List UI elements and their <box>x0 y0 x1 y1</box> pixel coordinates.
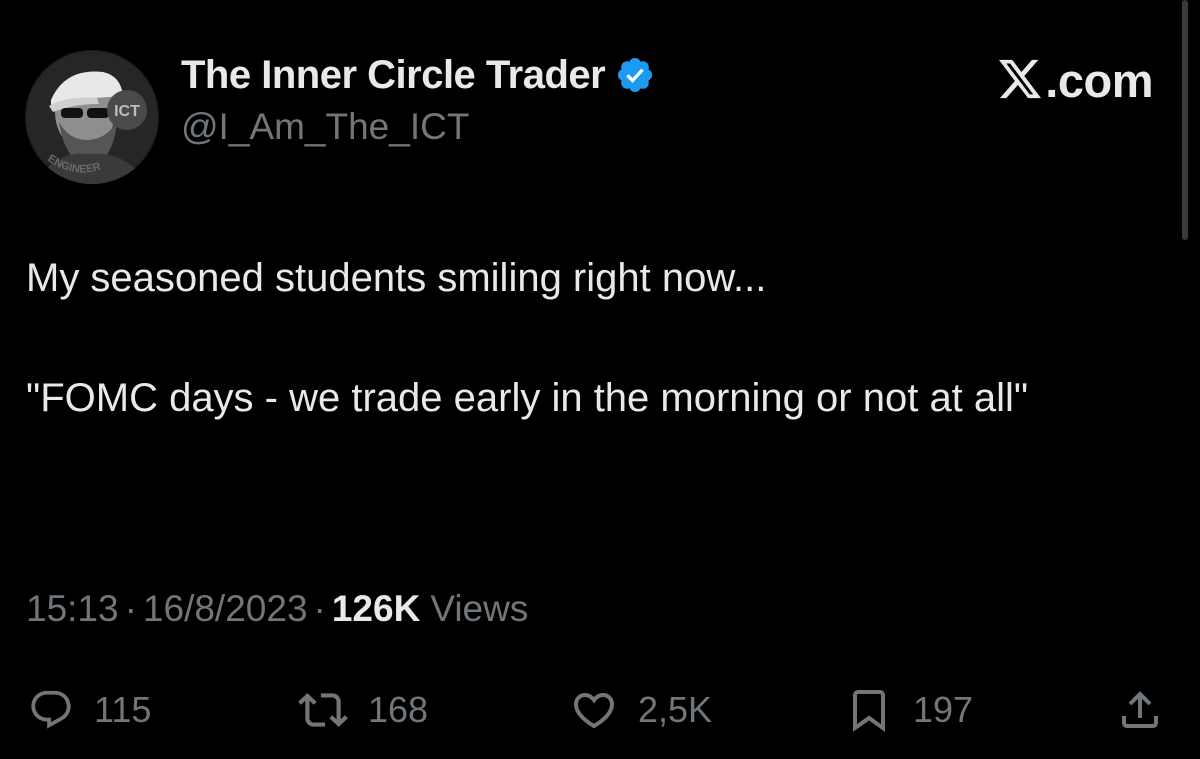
reply-icon <box>28 687 74 733</box>
tweet-time[interactable]: 15:13 <box>26 588 119 630</box>
tweet-line-2: "FOMC days - we trade early in the morni… <box>26 376 1029 420</box>
like-icon <box>570 686 618 734</box>
brand-logo-text: .com <box>1045 53 1153 107</box>
author-handle[interactable]: @I_Am_The_ICT <box>181 106 469 148</box>
tweet-line-1: My seasoned students smiling right now..… <box>26 256 767 300</box>
share-icon <box>1116 686 1164 734</box>
like-count: 2,5K <box>638 689 713 730</box>
meta-separator: · <box>124 588 137 629</box>
bookmark-count: 197 <box>913 689 974 730</box>
tweet-meta: 15:13 · 16/8/2023 · 126K Views <box>26 588 528 630</box>
meta-separator: · <box>313 588 326 629</box>
verified-badge-icon[interactable] <box>615 55 655 95</box>
like-button[interactable]: 2,5K <box>570 680 712 740</box>
share-button[interactable] <box>1116 680 1164 740</box>
repost-button[interactable]: 168 <box>298 680 428 740</box>
reply-count: 115 <box>94 689 152 730</box>
author-name-row: The Inner Circle Trader <box>181 50 655 100</box>
bookmark-button[interactable]: 197 <box>845 680 973 740</box>
views-label: Views <box>430 588 529 629</box>
views-count: 126K <box>331 588 421 629</box>
x-logo-icon <box>997 58 1043 102</box>
bookmark-icon <box>845 686 893 734</box>
repost-count: 168 <box>368 689 429 730</box>
svg-text:ICT: ICT <box>114 103 140 120</box>
tweet-body: My seasoned students smiling right now..… <box>26 248 1166 428</box>
scrollbar[interactable] <box>1182 0 1188 240</box>
display-name[interactable]: The Inner Circle Trader <box>181 53 606 98</box>
tweet-date[interactable]: 16/8/2023 <box>143 588 308 630</box>
repost-icon <box>298 685 348 735</box>
action-bar: 115 168 2,5K 197 <box>0 680 1200 740</box>
reply-button[interactable]: 115 <box>28 680 151 740</box>
avatar[interactable]: ICT ENGINEER <box>25 50 159 184</box>
brand-logo: .com <box>997 52 1153 108</box>
